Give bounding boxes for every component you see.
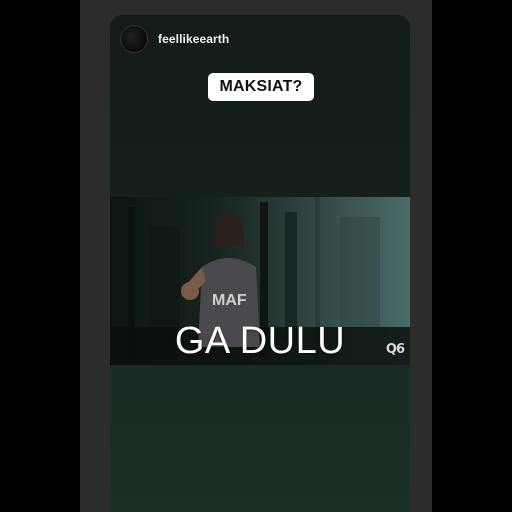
question-sticker: MAKSIAT? — [208, 73, 314, 101]
story-card[interactable]: feellikeearth MAKSIAT? MAF Q6 GA DULU — [110, 15, 410, 512]
sticker-text: MAKSIAT? — [219, 78, 303, 95]
equipment-rack — [340, 217, 380, 327]
person-hand — [181, 282, 199, 300]
person-hair — [212, 213, 244, 245]
caption-text: GA DULU — [174, 320, 346, 362]
story-header: feellikeearth — [110, 15, 410, 63]
avatar[interactable] — [120, 25, 148, 53]
jersey-print: MAF — [212, 292, 247, 309]
username[interactable]: feellikeearth — [158, 32, 229, 46]
